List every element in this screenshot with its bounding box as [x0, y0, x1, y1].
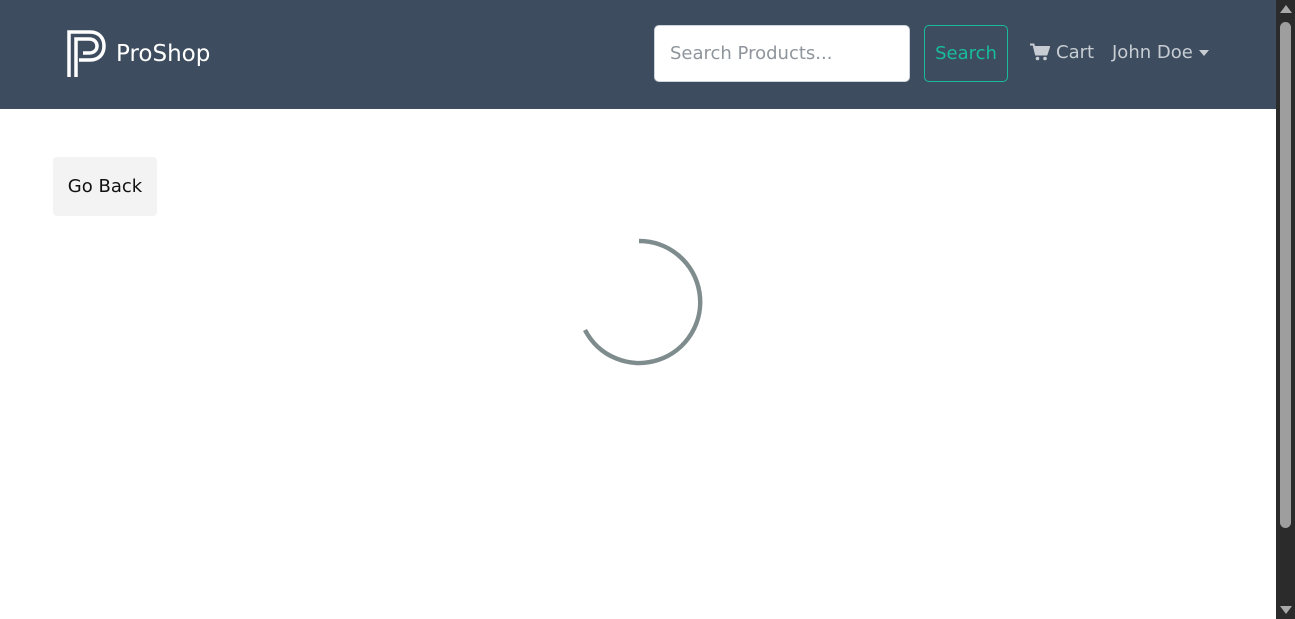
cart-label: Cart [1056, 41, 1095, 63]
brand-name: ProShop [116, 41, 211, 67]
page: ProShop Search Cart John Doe Go Back [0, 0, 1295, 619]
brand-link[interactable]: ProShop [66, 29, 210, 79]
proshop-logo-icon [67, 30, 106, 77]
cart-link[interactable]: Cart [1030, 39, 1094, 65]
scrollbar-thumb[interactable] [1280, 22, 1291, 528]
caret-down-icon [1198, 50, 1209, 56]
scroll-up-arrow-icon[interactable] [1280, 5, 1292, 13]
vertical-scrollbar[interactable] [1276, 0, 1295, 619]
user-menu-dropdown[interactable]: John Doe [1112, 39, 1209, 65]
navbar: ProShop Search Cart John Doe [0, 0, 1276, 109]
search-button[interactable]: Search [924, 25, 1008, 82]
loading-spinner-icon [583, 238, 703, 366]
scroll-down-arrow-icon[interactable] [1280, 606, 1292, 614]
cart-icon [1030, 43, 1050, 61]
user-name: John Doe [1112, 41, 1193, 63]
search-input[interactable] [654, 25, 910, 82]
go-back-button[interactable]: Go Back [53, 157, 157, 216]
